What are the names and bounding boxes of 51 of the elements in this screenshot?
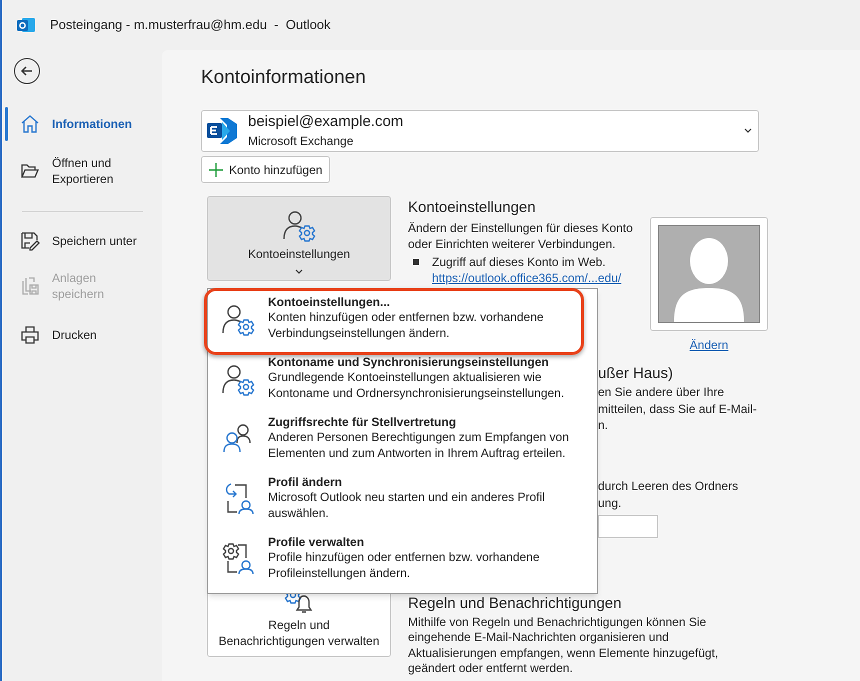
section-heading: Kontoeinstellungen bbox=[408, 198, 537, 218]
attachments-icon bbox=[20, 276, 40, 296]
menu-item-description: Konten hinzufügen oder entfernen bzw. vorhandene Verbindungseinstellungen ändern. bbox=[268, 310, 544, 341]
section-text: n. bbox=[598, 417, 610, 434]
chevron-down-icon bbox=[295, 269, 303, 275]
back-button[interactable] bbox=[14, 58, 40, 84]
menu-item-description: Grundlegende Kontoeinstellungen aktualisieren wie Kontoname und Ordnersynchronisierungseinstellungen. bbox=[268, 370, 564, 401]
person-silhouette-icon bbox=[658, 225, 760, 323]
menu-item[interactable]: Profil ändern Microsoft Outlook neu starten und ein anderes Profil auswählen. bbox=[208, 471, 597, 531]
section-text: ung. bbox=[598, 494, 622, 512]
sidebar-item[interactable]: Drucken bbox=[2, 318, 162, 352]
exchange-logo-icon bbox=[206, 116, 238, 146]
account-dropdown[interactable]: beispiel@example.com Microsoft Exchange bbox=[201, 110, 759, 152]
home-icon bbox=[20, 114, 40, 134]
printer-icon bbox=[20, 325, 40, 345]
add-account-button[interactable]: Konto hinzufügen bbox=[201, 156, 330, 183]
menu-item-description: Anderen Personen Berechtigungen zum Empfangen von Elementen und zum Antworten in Ihrem Auftrag erteilen. bbox=[268, 430, 569, 461]
section-text: durch Leeren des Ordners bbox=[598, 478, 740, 494]
save-icon bbox=[20, 231, 40, 251]
sidebar-item[interactable]: Speichern unter bbox=[2, 224, 162, 258]
back-arrow-icon bbox=[20, 64, 34, 78]
section-text: en Sie andere über Ihre bbox=[598, 384, 726, 400]
input-field[interactable] bbox=[598, 514, 658, 538]
web-access-link[interactable]: https://outlook.office365.com/...edu/ bbox=[432, 270, 640, 286]
account-type: Microsoft Exchange bbox=[248, 133, 354, 149]
menu-item-title: Kontoeinstellungen... bbox=[268, 294, 391, 310]
menu-item-title: Kontoname und Synchronisierungseinstellungen bbox=[268, 354, 550, 370]
section-heading: Regeln und Benachrichtigungen bbox=[408, 594, 622, 614]
window-title: Posteingang - m.musterfrau@hm.edu - Outlook bbox=[50, 16, 331, 34]
menu-item[interactable]: Kontoname und Synchronisierungseinstellungen Grundlegende Kontoeinstellungen aktualisieren wie Kontoname und Ordnersynchronisierungseinstellungen. bbox=[208, 351, 597, 411]
section-heading: ußer Haus) bbox=[598, 364, 674, 384]
bullet-text: Zugriff auf dieses Konto im Web. bbox=[432, 254, 606, 270]
menu-item-title: Profile verwalten bbox=[268, 534, 366, 550]
bullet-icon bbox=[413, 259, 419, 265]
menu-item-title: Zugriffsrechte für Stellvertretung bbox=[268, 414, 458, 430]
chevron-down-icon bbox=[744, 128, 752, 134]
sidebar-item[interactable]: Öffnen und Exportieren bbox=[2, 149, 162, 193]
menu-item[interactable]: Kontoeinstellungen... Konten hinzufügen oder entfernen bzw. vorhandene Verbindungseinstellungen ändern. bbox=[208, 291, 597, 351]
section-description: Ändern der Einstellungen für dieses Konto oder Einrichten weiterer Verbindungen. bbox=[408, 220, 634, 252]
plus-icon bbox=[209, 162, 223, 176]
sidebar-item[interactable]: Informationen bbox=[2, 107, 162, 141]
profile-gear-icon bbox=[220, 541, 256, 577]
change-photo-link[interactable]: Ändern bbox=[690, 336, 728, 354]
section-description: Mithilfe von Regeln und Benachrichtigungen können Sie eingehende E-Mail-Nachrichten organisieren und Aktualisierungen empfangen, wenn Elemente hinzugefügt, geändert oder entfernt werden. bbox=[408, 614, 718, 676]
account-settings-button[interactable]: Kontoeinstellungen bbox=[207, 196, 391, 281]
section-text: mitteilen, dass Sie auf E-Mail- bbox=[598, 400, 758, 417]
menu-item-description: Microsoft Outlook neu starten und ein anderes Profil auswählen. bbox=[268, 490, 545, 521]
outlook-logo-icon bbox=[16, 15, 36, 35]
menu-item[interactable]: Zugriffsrechte für Stellvertretung Anderen Personen Berechtigungen zum Empfangen von Elementen und zum Antworten in Ihrem Auftrag erteilen. bbox=[208, 411, 597, 471]
page-title: Kontoinformationen bbox=[201, 66, 367, 90]
menu-item-title: Profil ändern bbox=[268, 474, 344, 490]
